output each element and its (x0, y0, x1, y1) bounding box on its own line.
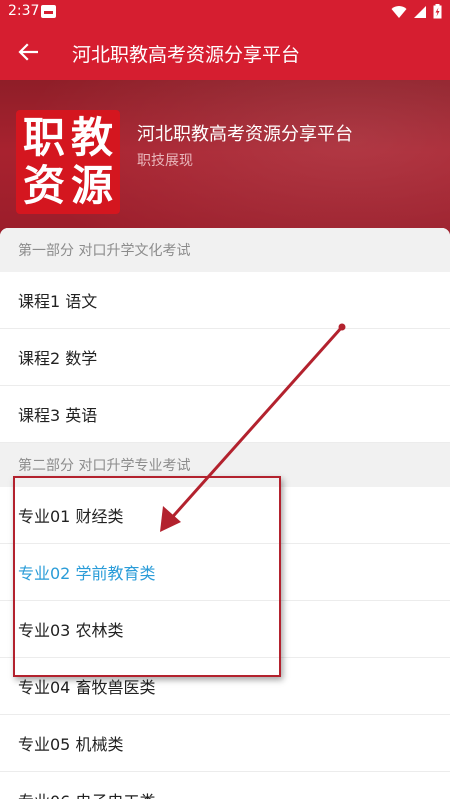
app-notification-icon (41, 5, 56, 18)
list-item-selected[interactable]: 专业02 学前教育类 (0, 544, 450, 601)
header-title: 河北职教高考资源分享平台 (137, 124, 353, 145)
status-icons (391, 4, 442, 19)
back-arrow-icon (18, 43, 38, 61)
status-time: 2:37 (8, 3, 40, 19)
wifi-icon (391, 5, 407, 18)
list-item[interactable]: 专业01 财经类 (0, 487, 450, 544)
status-bar: 2:37 (0, 0, 450, 24)
logo-char: 教 (70, 113, 113, 162)
back-button[interactable] (10, 34, 46, 70)
list-item[interactable]: 课程2 数学 (0, 329, 450, 386)
page-title: 河北职教高考资源分享平台 (72, 44, 301, 66)
list-item[interactable]: 课程1 语文 (0, 272, 450, 329)
list-item[interactable]: 专业03 农林类 (0, 601, 450, 658)
list-item[interactable]: 专业05 机械类 (0, 715, 450, 772)
header-subtitle: 职技展现 (137, 153, 193, 169)
logo-char: 源 (70, 161, 113, 210)
list-item[interactable]: 专业04 畜牧兽医类 (0, 658, 450, 715)
section-header: 第一部分 对口升学文化考试 (0, 228, 450, 272)
course-list: 第一部分 对口升学文化考试 课程1 语文 课程2 数学 课程3 英语 第二部分 … (0, 228, 450, 799)
battery-icon (433, 4, 442, 19)
logo-char: 职 (22, 113, 65, 162)
list-item[interactable]: 课程3 英语 (0, 386, 450, 443)
signal-icon (414, 5, 426, 18)
app-logo: 职 教 资 源 (16, 110, 120, 214)
list-item[interactable]: 专业06 电子电工类 (0, 772, 450, 799)
app-toolbar: 河北职教高考资源分享平台 (0, 24, 450, 80)
section-header: 第二部分 对口升学专业考试 (0, 443, 450, 487)
header-banner: 职 教 资 源 河北职教高考资源分享平台 职技展现 (0, 80, 450, 240)
logo-char: 资 (22, 161, 65, 210)
